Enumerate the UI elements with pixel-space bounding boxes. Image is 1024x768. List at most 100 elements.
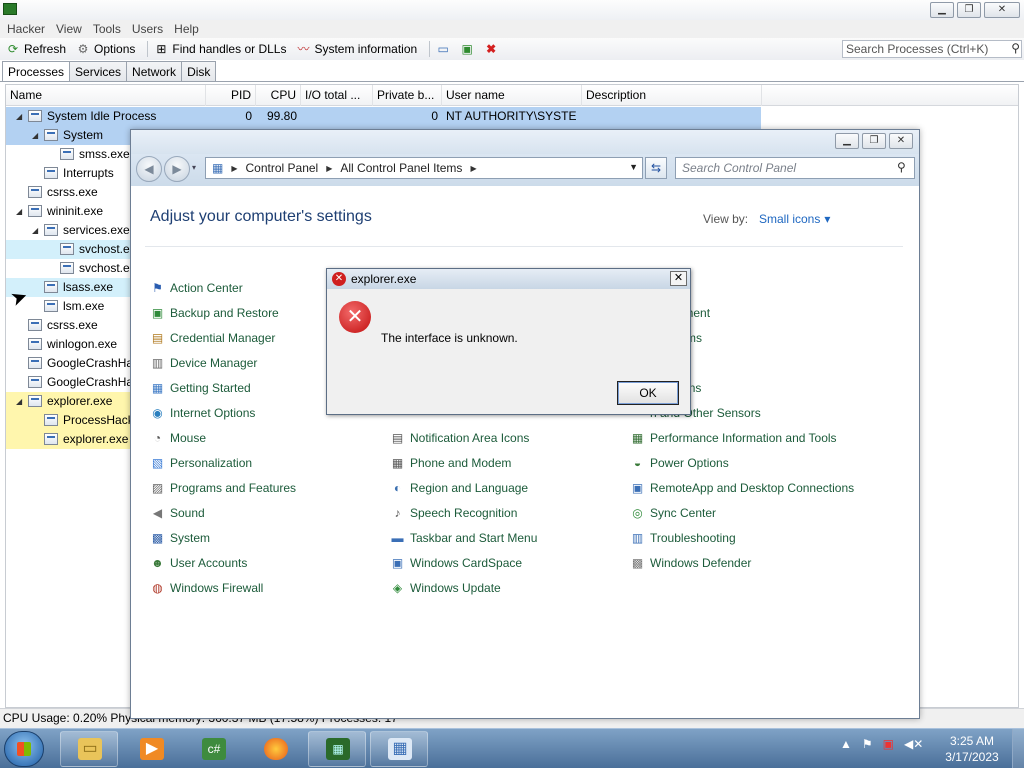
- close-button[interactable]: ✕: [984, 2, 1020, 18]
- cp-item-label: Power Options: [650, 456, 729, 470]
- tab-services[interactable]: Services: [69, 61, 128, 81]
- terminate-button[interactable]: ✖: [482, 42, 506, 56]
- taskbar-process-hacker[interactable]: ▦: [308, 731, 366, 767]
- breadcrumb-all-items[interactable]: All Control Panel Items: [334, 161, 468, 175]
- performance-icon: ▦: [631, 431, 644, 445]
- action-center-flag-icon[interactable]: ⚑: [862, 737, 873, 751]
- search-icon[interactable]: ⚲: [1011, 41, 1020, 55]
- cp-item-label: Phone and Modem: [410, 456, 512, 470]
- taskbar-explorer[interactable]: ▭: [60, 731, 118, 767]
- control-panel-titlebar[interactable]: ▁ ❐ ✕: [131, 130, 919, 154]
- view-by-dropdown[interactable]: Small icons: [759, 212, 830, 226]
- cp-item-label: Mouse: [170, 431, 207, 445]
- getting-started-icon: ▦: [151, 381, 164, 395]
- column-pid[interactable]: PID: [206, 85, 256, 106]
- column-description[interactable]: Description: [582, 85, 762, 106]
- process-icon: [44, 414, 58, 426]
- recent-pages-icon[interactable]: ▾: [192, 163, 196, 172]
- cp-item-label: Speech Recognition: [410, 506, 518, 520]
- expand-toggle-icon[interactable]: ◢: [16, 392, 22, 411]
- dialog-close-button[interactable]: ✕: [670, 271, 687, 286]
- dialog-titlebar[interactable]: ✕ explorer.exe ✕: [327, 269, 690, 289]
- back-button[interactable]: ◀: [136, 156, 162, 182]
- search-control-panel-input[interactable]: Search Control Panel: [675, 157, 915, 179]
- options-button[interactable]: ⚙ Options: [74, 42, 143, 56]
- process-name: winlogon.exe: [47, 337, 118, 351]
- volume-muted-icon[interactable]: ◀✕: [904, 737, 923, 751]
- expand-toggle-icon[interactable]: ◢: [32, 221, 38, 240]
- search-icon[interactable]: ⚲: [897, 160, 906, 174]
- taskbar-csharp[interactable]: c#: [184, 731, 242, 767]
- process-name: Interrupts: [63, 166, 114, 180]
- taskbar-media-player[interactable]: ▶: [122, 731, 180, 767]
- start-button[interactable]: [4, 731, 44, 767]
- breadcrumb-control-panel[interactable]: Control Panel: [240, 161, 325, 175]
- column-name[interactable]: Name: [6, 85, 206, 106]
- ok-button[interactable]: OK: [617, 381, 679, 405]
- phone-icon: ▦: [391, 456, 404, 470]
- column-private-bytes[interactable]: Private b...: [373, 85, 442, 106]
- expand-toggle-icon[interactable]: ◢: [16, 202, 22, 221]
- process-icon: [28, 186, 42, 198]
- programs-icon: ▨: [151, 481, 164, 495]
- toolbar-separator: [147, 41, 149, 57]
- process-priv: 0: [431, 109, 438, 123]
- expand-toggle-icon[interactable]: ◢: [32, 126, 38, 145]
- cp-item-label: Sync Center: [650, 506, 717, 520]
- find-handles-button[interactable]: ⊞ Find handles or DLLs: [152, 42, 294, 56]
- maximize-button[interactable]: ❐: [957, 2, 981, 18]
- backup-icon: ▣: [151, 306, 164, 320]
- process-hacker-titlebar[interactable]: ▁ ❐ ✕: [0, 0, 1024, 20]
- tab-network[interactable]: Network: [126, 61, 183, 81]
- network-icon[interactable]: ▣: [883, 737, 894, 751]
- address-bar[interactable]: ▦ ▶ Control Panel ▶ All Control Panel It…: [205, 157, 643, 179]
- refresh-button[interactable]: ⇆: [645, 157, 667, 179]
- column-user-name[interactable]: User name: [442, 85, 582, 106]
- chevron-right-icon[interactable]: ▶: [468, 164, 478, 173]
- menu-help[interactable]: Help: [171, 20, 207, 38]
- cp-item-label: Windows Update: [410, 581, 501, 595]
- cp-maximize-button[interactable]: ❐: [862, 133, 886, 149]
- process-hacker-icon: ▦: [326, 738, 350, 760]
- process-name: wininit.exe: [47, 204, 104, 218]
- menu-tools[interactable]: Tools: [90, 20, 129, 38]
- process-hacker-app-icon: [3, 3, 17, 15]
- red-x-icon: ✖: [486, 42, 497, 56]
- menu-view[interactable]: View: [53, 20, 90, 38]
- tab-processes[interactable]: Processes: [2, 61, 71, 82]
- system-icon: ▩: [151, 531, 164, 545]
- search-processes-input[interactable]: Search Processes (Ctrl+K): [842, 40, 1022, 58]
- taskbar-firefox[interactable]: [246, 731, 304, 767]
- chevron-right-icon[interactable]: ▶: [324, 164, 334, 173]
- clock[interactable]: 3:25 AM 3/17/2023: [936, 733, 1008, 765]
- system-information-button[interactable]: 〰 System information: [294, 42, 425, 56]
- menu-hacker[interactable]: Hacker: [4, 20, 53, 38]
- cp-close-button[interactable]: ✕: [889, 133, 913, 149]
- expand-toggle-icon[interactable]: ◢: [16, 107, 22, 126]
- cardspace-icon: ▣: [391, 556, 404, 570]
- taskbar-icon: ▬: [391, 531, 404, 545]
- cp-item-label: Programs and Features: [170, 481, 297, 495]
- clock-time: 3:25 AM: [949, 734, 995, 748]
- taskbar-control-panel[interactable]: ▦: [370, 731, 428, 767]
- show-hidden-icons-icon[interactable]: ▲: [840, 737, 852, 751]
- menu-users[interactable]: Users: [129, 20, 171, 38]
- refresh-button[interactable]: ⟳ Refresh: [4, 42, 74, 56]
- address-dropdown-icon[interactable]: ▼: [629, 162, 638, 172]
- chevron-right-icon[interactable]: ▶: [229, 164, 239, 173]
- process-icon: [28, 338, 42, 350]
- process-row[interactable]: ◢ System Idle Process 0 99.80 0 NT AUTHORITY\…: [6, 107, 761, 126]
- column-cpu[interactable]: CPU: [256, 85, 301, 106]
- forward-button[interactable]: ▶: [164, 156, 190, 182]
- column-io-total[interactable]: I/O total ...: [301, 85, 373, 106]
- find-window-button[interactable]: ▣: [458, 42, 482, 56]
- defender-icon: ▩: [631, 556, 644, 570]
- show-desktop-button[interactable]: [1012, 729, 1024, 768]
- folder-icon: ▭: [78, 738, 102, 760]
- minimize-button[interactable]: ▁: [930, 2, 954, 18]
- control-panel-window: ▁ ❐ ✕ ◀ ▶ ▾ ▦ ▶ Control Panel ▶ All Cont…: [130, 129, 920, 719]
- window-button[interactable]: ▭: [434, 42, 458, 56]
- region-icon: ◐: [393, 481, 402, 495]
- tab-disk[interactable]: Disk: [181, 61, 217, 81]
- cp-minimize-button[interactable]: ▁: [835, 133, 859, 149]
